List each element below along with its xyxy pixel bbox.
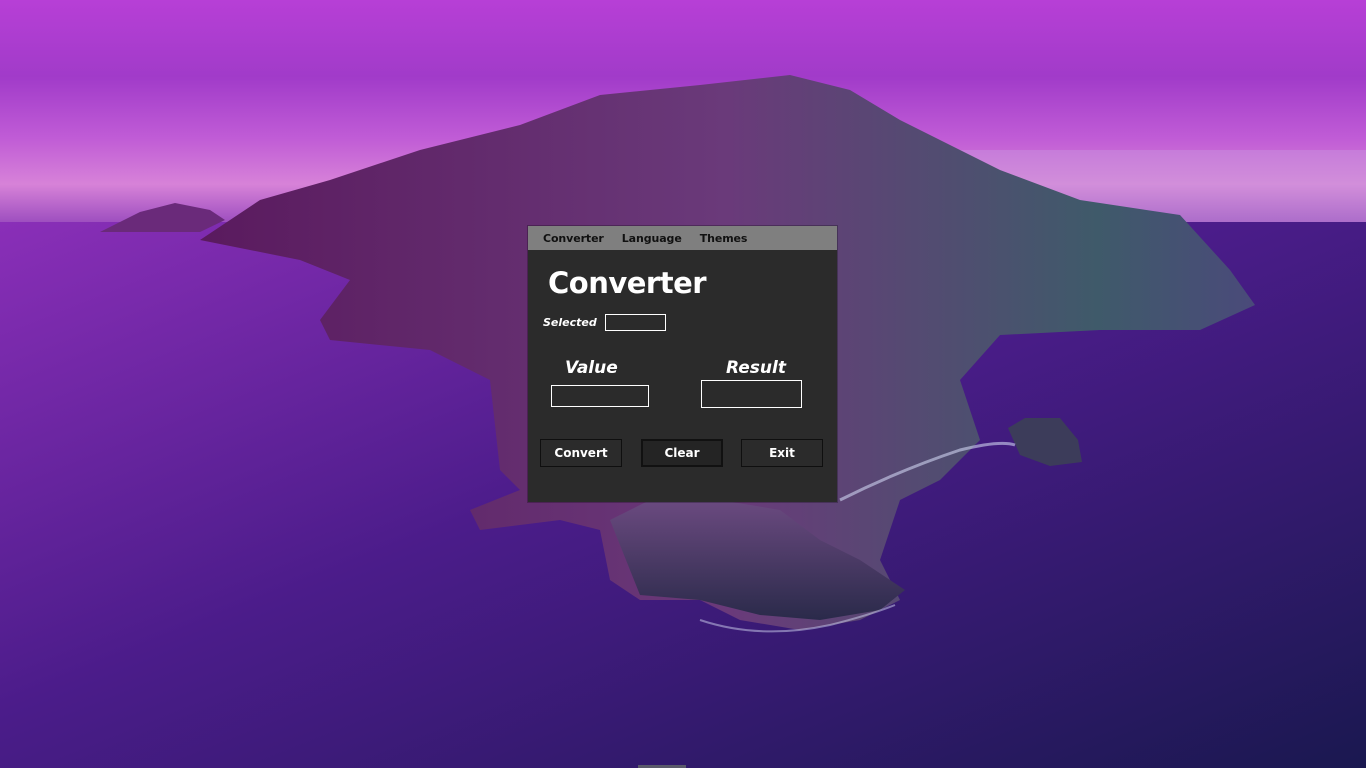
convert-button[interactable]: Convert xyxy=(540,439,622,467)
app-title: Converter xyxy=(548,266,707,300)
result-label: Result xyxy=(726,358,786,378)
menu-converter[interactable]: Converter xyxy=(543,232,604,245)
clear-button[interactable]: Clear xyxy=(641,439,723,467)
value-label: Value xyxy=(565,358,618,378)
selected-label: Selected xyxy=(543,316,597,329)
value-input[interactable] xyxy=(551,385,649,407)
menu-themes[interactable]: Themes xyxy=(700,232,748,245)
exit-button[interactable]: Exit xyxy=(741,439,823,467)
menu-language[interactable]: Language xyxy=(622,232,682,245)
menu-bar: Converter Language Themes xyxy=(528,226,837,250)
result-field xyxy=(701,380,802,408)
selected-field xyxy=(605,314,666,331)
converter-window: Converter Language Themes Converter Sele… xyxy=(528,226,837,502)
